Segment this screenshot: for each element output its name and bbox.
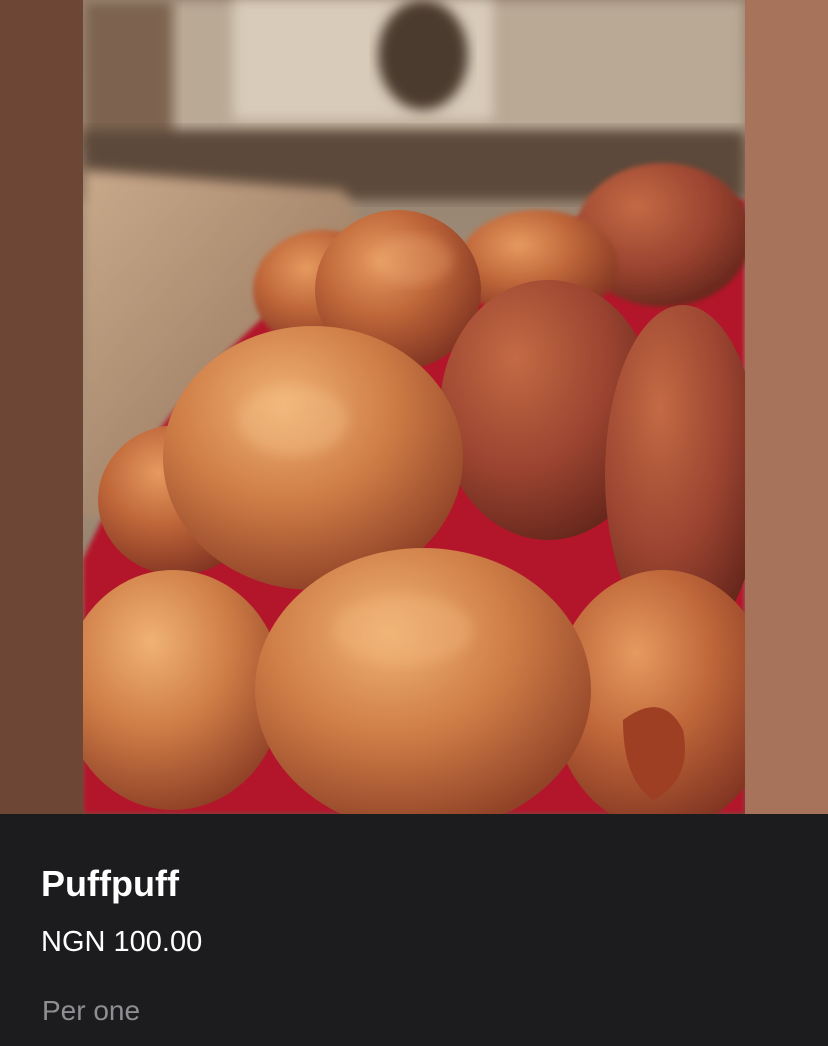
product-photo[interactable] — [83, 0, 745, 814]
photo-blur-left — [0, 0, 83, 814]
photo-blur-right — [745, 0, 828, 814]
product-photo-viewer — [0, 0, 828, 814]
product-name: Puffpuff — [41, 863, 179, 904]
product-unit-note: Per one — [42, 995, 141, 1026]
product-price: NGN 100.00 — [41, 926, 203, 958]
